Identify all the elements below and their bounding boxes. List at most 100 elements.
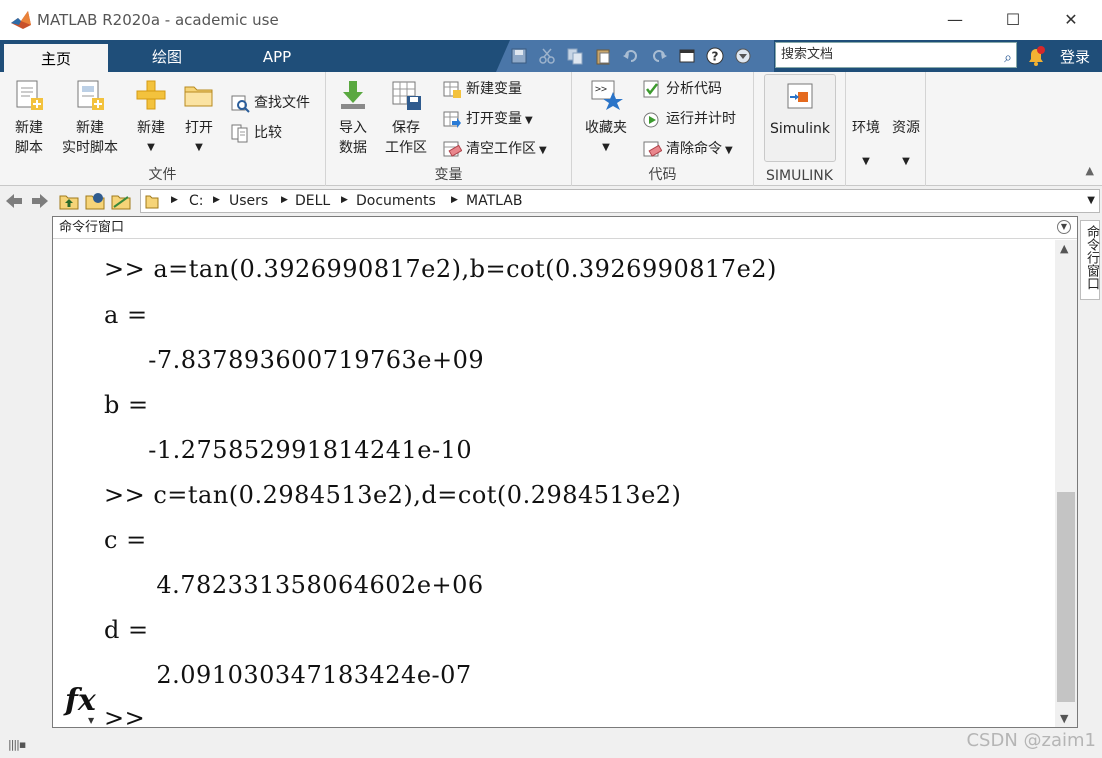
scroll-down-arrow[interactable]: ▼ bbox=[1060, 712, 1068, 725]
import-data-label-1: 导入 bbox=[339, 120, 367, 136]
open-variable-dropdown-arrow[interactable]: ▼ bbox=[525, 115, 533, 126]
login-button[interactable]: 登录 bbox=[1060, 46, 1090, 67]
environment-button[interactable]: 环境 ▼ bbox=[848, 118, 884, 172]
open-label: 打开 bbox=[185, 120, 213, 136]
resources-group[interactable]: 资源 ▼ bbox=[886, 72, 926, 186]
browse-folder-icon[interactable] bbox=[84, 191, 106, 211]
output-line: b = bbox=[104, 391, 149, 419]
command-prompt[interactable]: >> bbox=[104, 704, 145, 732]
clear-commands-dropdown-arrow[interactable]: ▼ bbox=[725, 145, 733, 156]
analyze-code-button[interactable]: 分析代码 bbox=[642, 78, 722, 102]
status-bar: ||||▪ CSDN @zaim1 bbox=[0, 730, 1102, 758]
redo-icon[interactable] bbox=[650, 47, 668, 65]
resources-dropdown-arrow[interactable]: ▼ bbox=[888, 152, 924, 172]
switch-windows-icon[interactable] bbox=[678, 47, 696, 65]
clear-workspace-button[interactable]: 清空工作区 ▼ bbox=[442, 138, 547, 162]
new-script-button[interactable]: 新建 脚本 bbox=[6, 78, 52, 158]
back-arrow-icon[interactable] bbox=[4, 192, 24, 210]
crumb-dell[interactable]: DELL bbox=[295, 193, 330, 209]
crumb-users[interactable]: Users bbox=[229, 193, 268, 209]
compare-button[interactable]: 比较 bbox=[230, 122, 282, 146]
maximize-button[interactable]: ☐ bbox=[990, 5, 1036, 35]
current-folder-bar: ▶ C: ▶ Users ▶ DELL ▶ Documents ▶ MATLAB… bbox=[0, 188, 1102, 214]
search-folder-icon[interactable] bbox=[110, 191, 132, 211]
copy-icon[interactable] bbox=[566, 47, 584, 65]
tab-plots[interactable]: 绘图 bbox=[118, 42, 216, 72]
new-script-label-2: 脚本 bbox=[15, 140, 43, 156]
save-icon[interactable] bbox=[510, 47, 528, 65]
save-workspace-button[interactable]: 保存 工作区 bbox=[380, 78, 432, 158]
scrollbar-thumb[interactable] bbox=[1057, 492, 1075, 702]
code-group-title: 代码 bbox=[648, 167, 677, 183]
clear-workspace-dropdown-arrow[interactable]: ▼ bbox=[539, 145, 547, 156]
undo-icon[interactable] bbox=[622, 47, 640, 65]
analyze-code-icon bbox=[643, 80, 659, 98]
find-files-button[interactable]: 查找文件 bbox=[230, 92, 310, 116]
favorites-dropdown-arrow[interactable]: ▼ bbox=[580, 138, 632, 158]
new-live-script-icon bbox=[77, 80, 104, 110]
new-plus-icon bbox=[136, 80, 166, 110]
vertical-scrollbar[interactable]: ▲ ▼ bbox=[1055, 240, 1077, 727]
function-browser-fx-icon[interactable]: fx bbox=[65, 683, 96, 718]
path-dropdown-arrow[interactable]: ▼ bbox=[1087, 195, 1095, 206]
environment-group[interactable]: 环境 ▼ bbox=[846, 72, 886, 186]
import-data-icon bbox=[341, 81, 365, 109]
resources-button[interactable]: 资源 ▼ bbox=[888, 118, 924, 172]
command-window-actions-icon[interactable]: ▼ bbox=[1057, 220, 1071, 234]
clear-workspace-icon bbox=[443, 141, 463, 157]
clear-commands-button[interactable]: 清除命令 ▼ bbox=[642, 138, 733, 162]
title-bar: MATLAB R2020a - academic use — ☐ ✕ bbox=[0, 0, 1102, 40]
help-icon[interactable]: ? bbox=[706, 47, 724, 65]
quick-access-toolbar: ? bbox=[496, 40, 774, 72]
new-button[interactable]: 新建 ▼ bbox=[130, 78, 172, 158]
cut-icon[interactable] bbox=[538, 47, 556, 65]
function-browser-dropdown-arrow[interactable]: ▼ bbox=[88, 716, 94, 725]
crumb-c-drive[interactable]: C: bbox=[189, 193, 204, 209]
side-tab-label: 命令行窗口 bbox=[1084, 225, 1099, 290]
run-and-time-button[interactable]: 运行并计时 bbox=[642, 108, 736, 132]
open-dropdown-arrow[interactable]: ▼ bbox=[178, 138, 220, 158]
search-icon[interactable]: ⌕ bbox=[1004, 46, 1012, 70]
status-grip-icon[interactable]: ||||▪ bbox=[8, 738, 26, 751]
tab-apps[interactable]: APP bbox=[228, 42, 326, 72]
tab-home[interactable]: 主页 bbox=[4, 42, 108, 72]
new-dropdown-arrow[interactable]: ▼ bbox=[130, 138, 172, 158]
current-folder-path[interactable]: ▶ C: ▶ Users ▶ DELL ▶ Documents ▶ MATLAB… bbox=[140, 189, 1100, 213]
crumb-documents[interactable]: Documents bbox=[356, 193, 436, 209]
scroll-up-arrow[interactable]: ▲ bbox=[1060, 242, 1068, 255]
command-window-content[interactable]: >> a=tan(0.3926990817e2),b=cot(0.3926990… bbox=[53, 240, 1055, 732]
favorites-button[interactable]: >> 收藏夹 ▼ bbox=[580, 78, 632, 158]
simulink-label: Simulink bbox=[769, 121, 831, 137]
forward-arrow-icon[interactable] bbox=[30, 192, 50, 210]
folder-icon bbox=[145, 195, 159, 209]
minimize-button[interactable]: — bbox=[932, 5, 978, 35]
up-one-level-icon[interactable] bbox=[58, 191, 80, 211]
new-live-script-button[interactable]: 新建 实时脚本 bbox=[58, 78, 122, 158]
crumb-matlab[interactable]: MATLAB bbox=[466, 193, 522, 209]
save-workspace-label-2: 工作区 bbox=[385, 140, 427, 156]
command-window-side-tab[interactable]: 命令行窗口 bbox=[1080, 220, 1100, 300]
open-button[interactable]: 打开 ▼ bbox=[178, 78, 220, 158]
notifications-bell-icon[interactable] bbox=[1024, 44, 1048, 68]
path-separator-icon: ▶ bbox=[213, 195, 220, 205]
new-variable-icon bbox=[443, 81, 461, 98]
clear-workspace-label: 清空工作区 bbox=[466, 141, 536, 157]
search-documentation-input[interactable]: 搜索文档 ⌕ bbox=[775, 42, 1017, 68]
resources-label: 资源 bbox=[892, 120, 920, 136]
open-variable-button[interactable]: 打开变量 ▼ bbox=[442, 108, 533, 132]
close-button[interactable]: ✕ bbox=[1048, 5, 1094, 35]
customize-quick-access-icon[interactable] bbox=[734, 47, 752, 65]
new-variable-button[interactable]: 新建变量 bbox=[442, 78, 522, 102]
simulink-button[interactable]: Simulink bbox=[764, 74, 836, 162]
command-window-header: 命令行窗口 ▼ bbox=[53, 217, 1077, 239]
matlab-window: MATLAB R2020a - academic use — ☐ ✕ 主页 绘图… bbox=[0, 0, 1102, 758]
svg-text:>>: >> bbox=[595, 84, 607, 95]
path-separator-icon: ▶ bbox=[171, 195, 178, 205]
output-line: 2.091030347183424e-07 bbox=[132, 661, 472, 689]
paste-icon[interactable] bbox=[594, 47, 612, 65]
collapse-toolstrip-icon[interactable]: ▲ bbox=[1086, 164, 1094, 177]
find-files-icon bbox=[231, 95, 250, 113]
environment-dropdown-arrow[interactable]: ▼ bbox=[848, 152, 884, 172]
code-group: >> 收藏夹 ▼ 分析代码 运行并计时 清除命令 ▼ 代码 bbox=[572, 72, 754, 186]
import-data-button[interactable]: 导入 数据 bbox=[332, 78, 374, 158]
